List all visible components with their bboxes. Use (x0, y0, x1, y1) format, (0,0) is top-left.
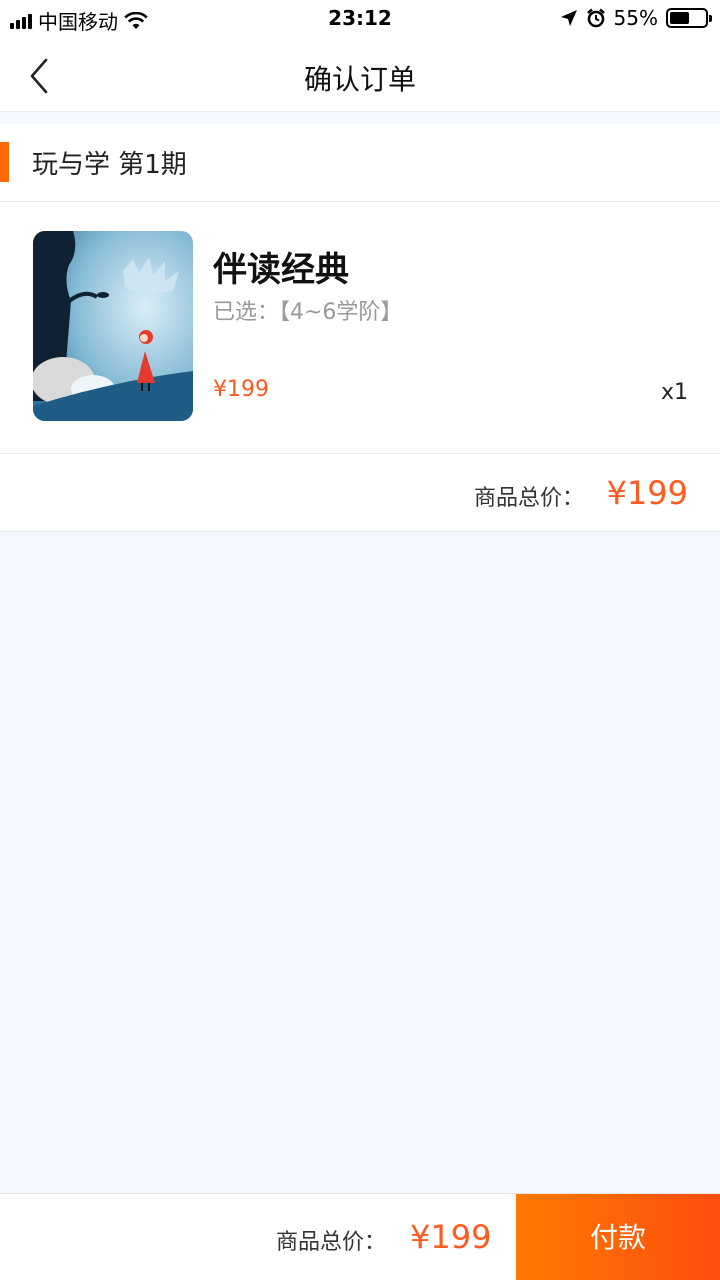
battery-fill (670, 12, 689, 24)
product-spec: 已选：【4~6学阶】 (213, 300, 403, 325)
subtotal-value: ¥199 (606, 474, 688, 512)
product-price: ¥199 (213, 377, 269, 402)
product-quantity: x1 (660, 380, 688, 405)
status-right: 55% (560, 6, 712, 30)
product-name: 伴读经典 (213, 250, 349, 290)
page-title: 确认订单 (303, 63, 416, 96)
total-label: 商品总价： (276, 1230, 387, 1255)
subtotal-label: 商品总价： (473, 486, 584, 511)
battery-icon (666, 8, 712, 28)
product-thumbnail[interactable] (33, 231, 193, 421)
nav-bar: 确认订单 (0, 36, 720, 112)
pay-button[interactable]: 付款 (516, 1194, 720, 1280)
battery-percent: 55% (613, 6, 658, 30)
subtotal-row: 商品总价： ¥199 (0, 454, 720, 532)
location-icon (560, 10, 577, 26)
status-bar: 中国移动 23:12 55% (0, 0, 720, 36)
store-header: 玩与学 第1期 (0, 124, 720, 202)
store-name: 玩与学 第1期 (32, 150, 187, 180)
total-value: ¥199 (410, 1218, 492, 1256)
store-accent-bar (0, 142, 9, 182)
alarm-icon (586, 8, 605, 28)
checkout-bar: 商品总价： ¥199 付款 (0, 1193, 720, 1280)
product-card[interactable]: 伴读经典 已选：【4~6学阶】 ¥199 x1 (0, 202, 720, 454)
